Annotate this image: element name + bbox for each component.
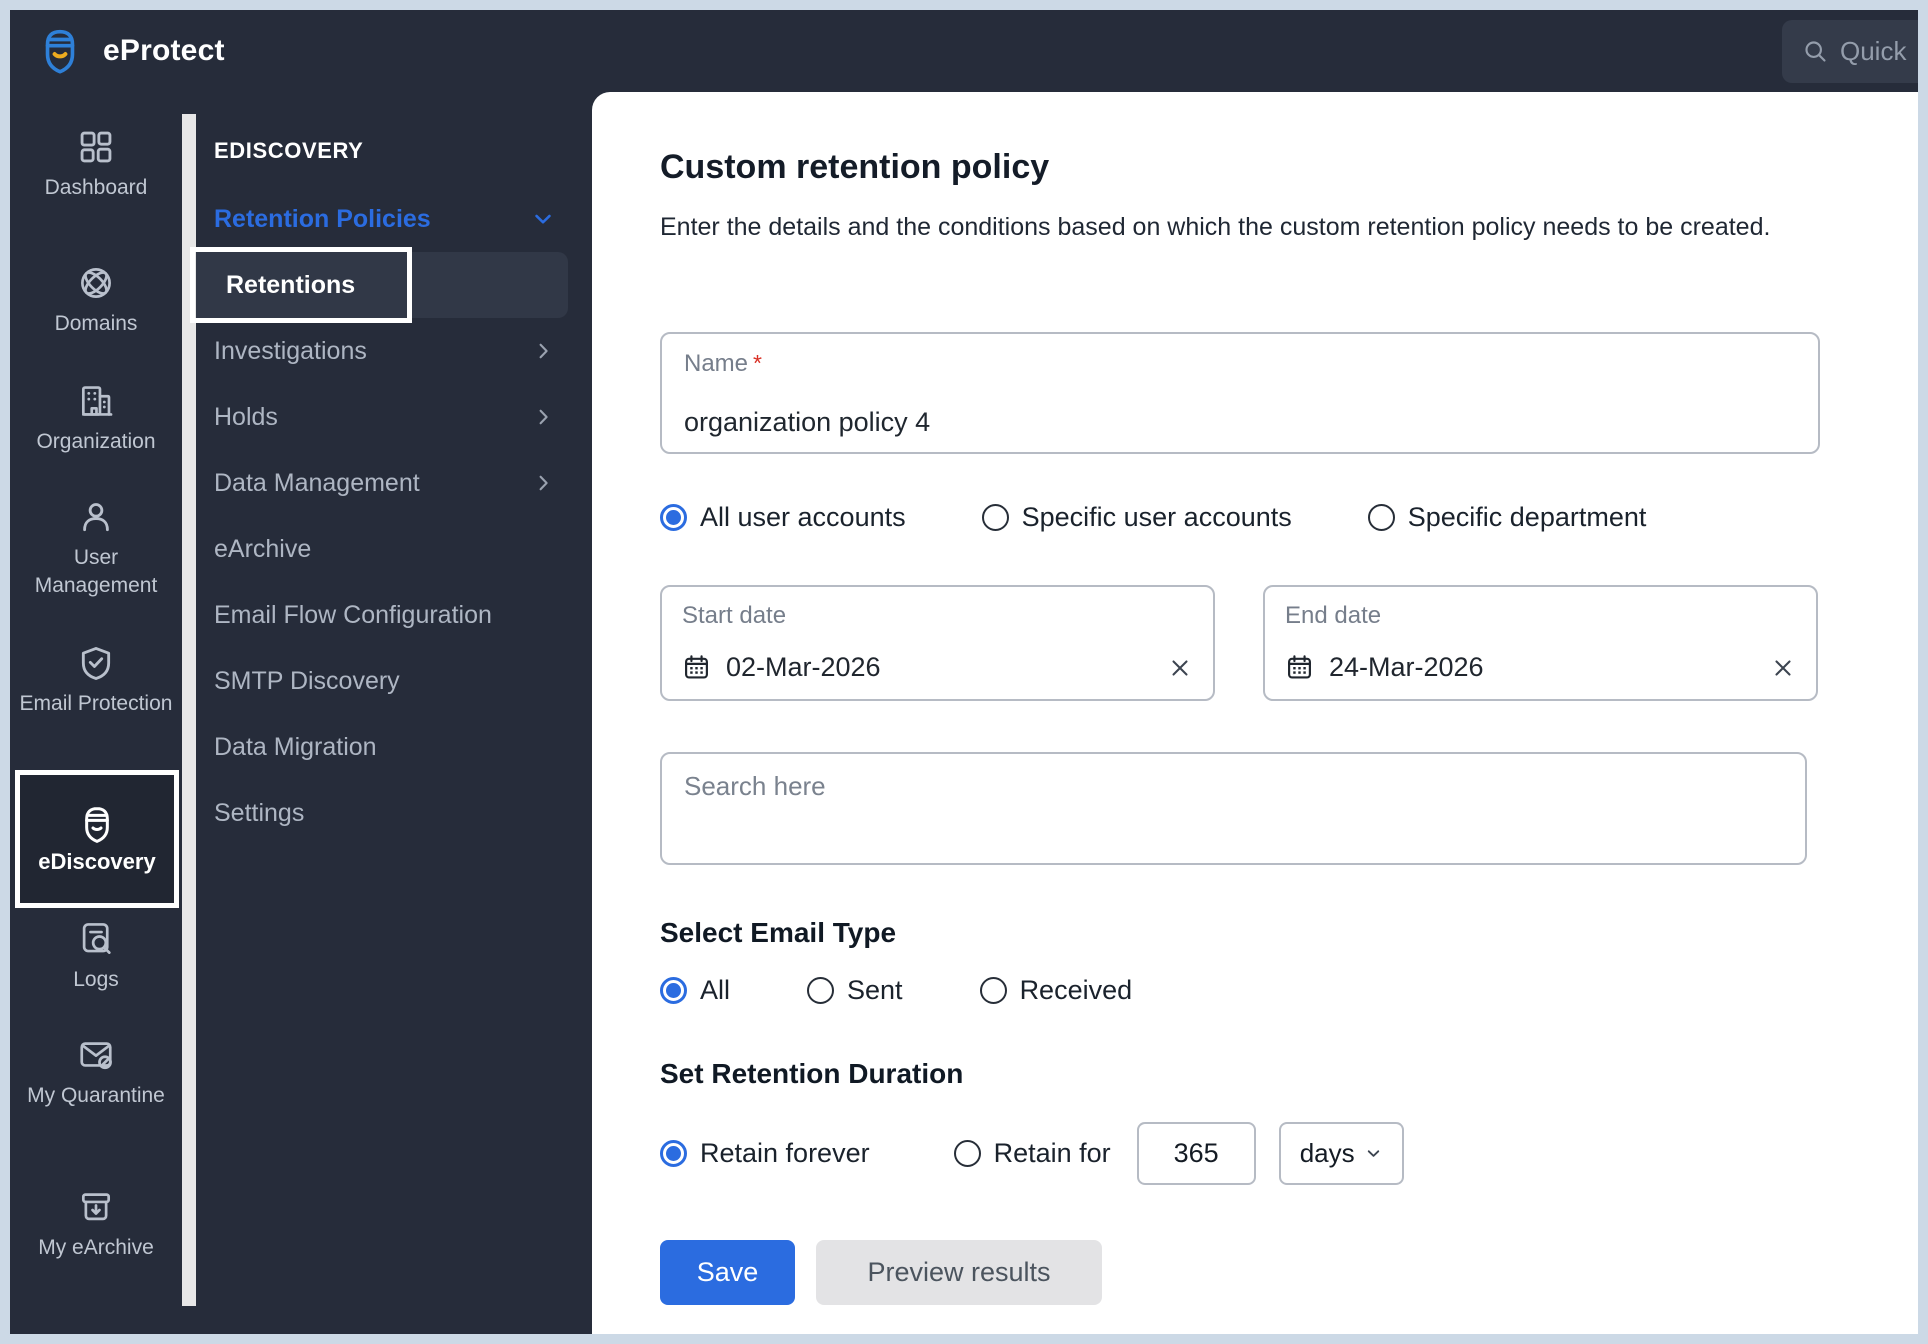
sidebar-item-email-protection[interactable]: Email Protection: [10, 644, 182, 718]
radio-selected-icon: [660, 1140, 687, 1167]
subnav-item-investigations[interactable]: Investigations: [196, 318, 592, 384]
sidebar-rail: Dashboard Domains Organization User Mana…: [10, 92, 182, 1334]
save-button[interactable]: Save: [660, 1240, 795, 1305]
top-bar: eProtect Quick: [10, 10, 1918, 92]
radio-unselected-icon: [982, 504, 1009, 531]
globe-icon: [77, 264, 115, 302]
archive-box-icon: [77, 1188, 115, 1226]
chevron-down-icon: [1364, 1144, 1383, 1163]
eprotect-shield-icon: [37, 26, 83, 76]
radio-specific-department[interactable]: Specific department: [1368, 502, 1647, 533]
shield-check-icon: [77, 644, 115, 682]
radio-unselected-icon: [1368, 504, 1395, 531]
subnav-item-data-management[interactable]: Data Management: [196, 450, 592, 516]
search-placeholder: Search here: [684, 771, 826, 801]
quarantine-mail-icon: [77, 1036, 115, 1074]
sidebar-item-user-management[interactable]: User Management: [10, 498, 182, 599]
radio-unselected-icon: [954, 1140, 981, 1167]
retention-duration-heading: Set Retention Duration: [660, 1058, 1888, 1090]
email-type-radio-group: All Sent Received: [660, 975, 1888, 1006]
dashboard-grid-icon: [77, 128, 115, 166]
name-label: Name*: [684, 350, 1796, 378]
radio-unselected-icon: [980, 977, 1007, 1004]
sidebar-item-domains[interactable]: Domains: [10, 264, 182, 338]
end-date-value: 24-Mar-2026: [1329, 652, 1484, 683]
radio-selected-icon: [660, 977, 687, 1004]
sidebar-item-my-quarantine[interactable]: My Quarantine: [10, 1036, 182, 1110]
sidebar-item-organization[interactable]: Organization: [10, 382, 182, 456]
retention-days-input[interactable]: 365: [1137, 1122, 1256, 1185]
subnav-list: Retention Policies Retentions Investigat…: [196, 186, 592, 846]
subnav-item-retention-policies[interactable]: Retention Policies: [196, 186, 592, 252]
retention-unit-select[interactable]: days: [1279, 1122, 1404, 1185]
page-title: Custom retention policy: [660, 148, 1888, 187]
subnav-item-data-migration[interactable]: Data Migration: [196, 714, 592, 780]
radio-email-sent[interactable]: Sent: [807, 975, 903, 1006]
sidebar-item-ediscovery[interactable]: eDiscovery: [15, 770, 179, 908]
logs-search-icon: [77, 920, 115, 958]
body-row: Dashboard Domains Organization User Mana…: [10, 92, 1918, 1334]
subnav-item-email-flow-configuration[interactable]: Email Flow Configuration: [196, 582, 592, 648]
user-icon: [77, 498, 115, 536]
radio-selected-icon: [660, 504, 687, 531]
subnav-item-holds[interactable]: Holds: [196, 384, 592, 450]
clear-icon[interactable]: [1770, 655, 1796, 681]
radio-retain-forever[interactable]: Retain forever: [660, 1138, 870, 1169]
radio-email-received[interactable]: Received: [980, 975, 1133, 1006]
name-value: organization policy 4: [684, 407, 1796, 438]
subnav-item-settings[interactable]: Settings: [196, 780, 592, 846]
radio-email-all[interactable]: All: [660, 975, 730, 1006]
subnav-item-earchive[interactable]: eArchive: [196, 516, 592, 582]
sidebar-item-dashboard[interactable]: Dashboard: [10, 128, 182, 202]
app-window: eProtect Quick Dashboard Domains Organiz…: [0, 0, 1928, 1344]
chevron-right-icon: [531, 339, 556, 364]
scope-radio-group: All user accounts Specific user accounts…: [660, 502, 1888, 533]
email-type-heading: Select Email Type: [660, 917, 1888, 949]
radio-all-user-accounts[interactable]: All user accounts: [660, 502, 906, 533]
start-date-label: Start date: [682, 602, 1193, 630]
building-icon: [77, 382, 115, 420]
chevron-right-icon: [531, 405, 556, 430]
required-asterisk: *: [753, 350, 762, 376]
end-date-field[interactable]: End date 24-Mar-2026: [1263, 585, 1818, 701]
search-icon: [1802, 38, 1829, 65]
search-input[interactable]: Search here: [660, 752, 1807, 865]
radio-retain-for[interactable]: Retain for: [954, 1138, 1111, 1169]
sidebar-item-my-earchive[interactable]: My eArchive: [10, 1188, 182, 1262]
calendar-icon[interactable]: [682, 653, 711, 682]
chevron-down-icon: [530, 206, 556, 232]
page-subtitle: Enter the details and the conditions bas…: [660, 213, 1888, 242]
ediscovery-shield-icon: [77, 804, 117, 844]
ediscovery-subnav: EDISCOVERY Retention Policies Retentions…: [196, 92, 592, 1334]
preview-results-button[interactable]: Preview results: [816, 1240, 1102, 1305]
quick-search-label: Quick: [1840, 36, 1906, 67]
start-date-field[interactable]: Start date 02-Mar-2026: [660, 585, 1215, 701]
date-range-row: Start date 02-Mar-2026 End date 24-Mar-2…: [660, 585, 1888, 701]
sidebar-item-logs[interactable]: Logs: [10, 920, 182, 994]
end-date-label: End date: [1285, 602, 1796, 630]
subnav-item-smtp-discovery[interactable]: SMTP Discovery: [196, 648, 592, 714]
subnav-item-retentions[interactable]: Retentions: [196, 252, 568, 318]
main-content: Custom retention policy Enter the detail…: [592, 92, 1918, 1334]
quick-search-button[interactable]: Quick: [1782, 20, 1918, 83]
policy-name-field[interactable]: Name* organization policy 4: [660, 332, 1820, 454]
chevron-right-icon: [531, 471, 556, 496]
clear-icon[interactable]: [1167, 655, 1193, 681]
app-title: eProtect: [103, 34, 225, 68]
radio-unselected-icon: [807, 977, 834, 1004]
calendar-icon[interactable]: [1285, 653, 1314, 682]
retention-duration-row: Retain forever Retain for 365 days: [660, 1122, 1888, 1185]
radio-specific-user-accounts[interactable]: Specific user accounts: [982, 502, 1292, 533]
start-date-value: 02-Mar-2026: [726, 652, 881, 683]
retention-unit-value: days: [1300, 1138, 1355, 1169]
subnav-section-title: EDISCOVERY: [214, 138, 592, 164]
retentions-highlight-box: Retentions: [190, 247, 412, 323]
action-buttons: Save Preview results: [660, 1240, 1888, 1305]
